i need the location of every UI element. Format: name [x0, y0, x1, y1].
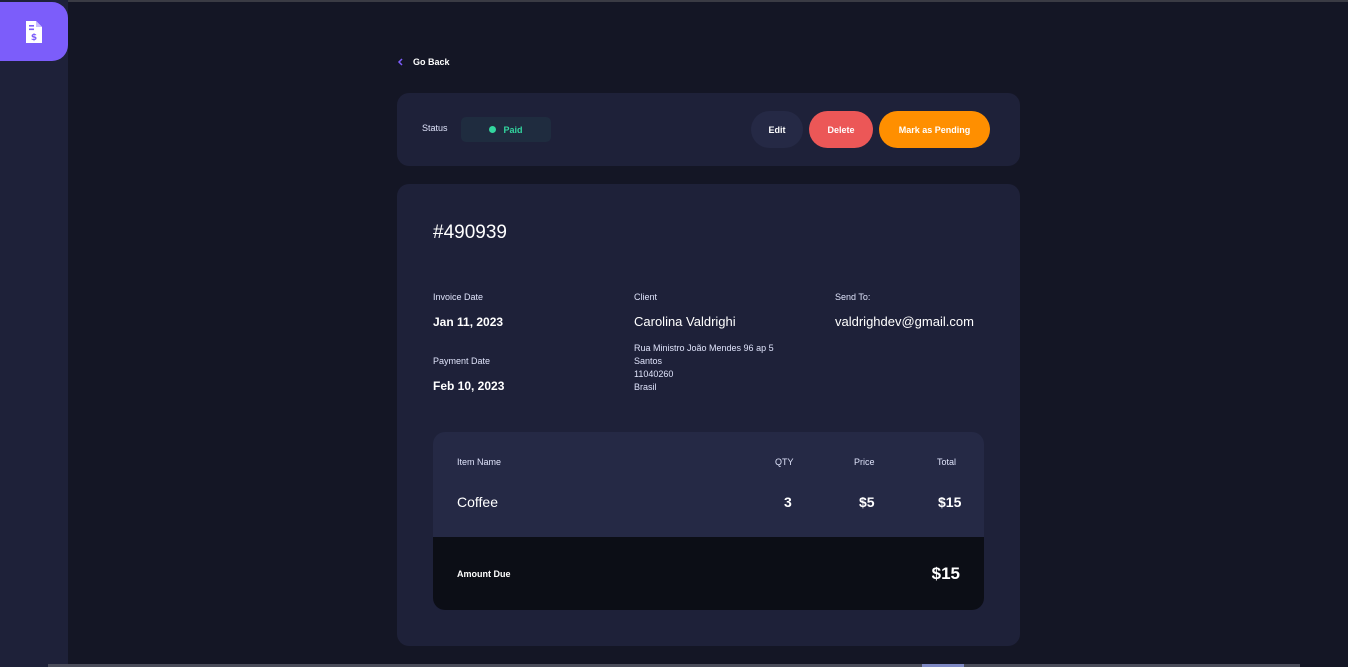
status-label: Status — [422, 123, 448, 133]
address-street: Rua Ministro João Mendes 96 ap 5 — [634, 343, 774, 353]
status-bar: Status Paid Edit Delete Mark as Pending — [397, 93, 1020, 166]
chevron-left-icon — [397, 58, 403, 66]
edit-button[interactable]: Edit — [751, 111, 803, 148]
sidebar: $ — [0, 0, 68, 667]
status-dot-icon — [489, 126, 497, 133]
amount-due-value: $15 — [931, 564, 960, 583]
address-postcode: 11040260 — [634, 369, 674, 379]
invoice-id: #490939 — [433, 222, 507, 243]
svg-text:$: $ — [31, 33, 37, 43]
header-price: Price — [854, 457, 875, 467]
payment-date-label: Payment Date — [433, 356, 491, 366]
item-price: $5 — [859, 494, 875, 510]
invoice-date-value: Jan 11, 2023 — [433, 315, 504, 329]
amount-due-bar: Amount Due $15 — [433, 537, 984, 610]
invoice-date-label: Invoice Date — [433, 292, 484, 302]
status-value: Paid — [503, 124, 523, 135]
header-item-name: Item Name — [457, 457, 502, 467]
app-logo[interactable]: $ — [0, 2, 68, 61]
client-label: Client — [634, 292, 658, 302]
window-top-border — [0, 0, 1348, 2]
client-name: Carolina Valdrighi — [634, 314, 736, 329]
header-total: Total — [937, 457, 957, 467]
address-city: Santos — [634, 356, 663, 366]
invoice-document-icon: $ — [26, 20, 42, 43]
header-qty: QTY — [775, 457, 794, 467]
delete-button[interactable]: Delete — [809, 111, 873, 148]
item-qty: 3 — [784, 494, 792, 510]
amount-due-label: Amount Due — [457, 569, 511, 579]
send-to-label: Send To: — [835, 292, 871, 302]
payment-date-value: Feb 10, 2023 — [433, 379, 505, 393]
items-table: Item Name QTY Price Total Coffee 3 $5 $1… — [433, 432, 984, 610]
client-address: Rua Ministro João Mendes 96 ap 5 Santos … — [634, 342, 774, 394]
go-back-link[interactable]: Go Back — [397, 54, 450, 70]
item-total: $15 — [938, 494, 962, 510]
item-name: Coffee — [457, 494, 498, 510]
address-country: Brasil — [634, 382, 657, 392]
invoice-details: #490939 Invoice Date Jan 11, 2023 Paymen… — [397, 184, 1020, 646]
mark-as-pending-button[interactable]: Mark as Pending — [879, 111, 990, 148]
go-back-label: Go Back — [413, 57, 450, 67]
send-to-email: valdrighdev@gmail.com — [835, 314, 974, 329]
status-badge: Paid — [461, 117, 551, 142]
